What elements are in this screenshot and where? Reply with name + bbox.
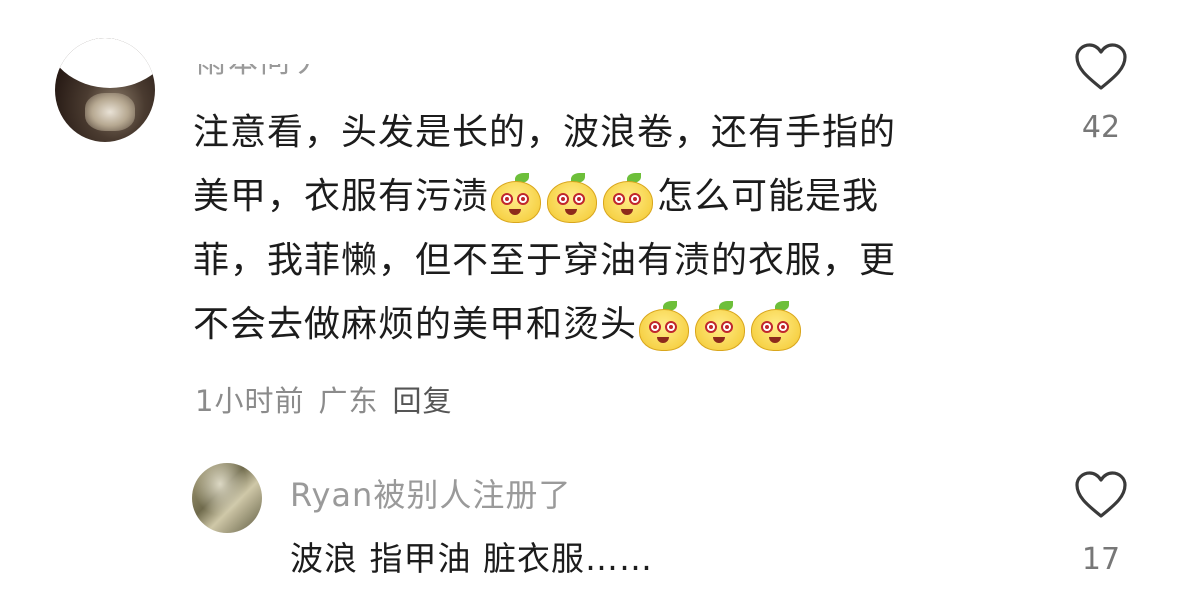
heart-icon <box>1075 471 1127 518</box>
comment-text: 不会去做麻烦的美甲和烫头 <box>193 304 638 345</box>
reply-avatar[interactable] <box>192 463 262 533</box>
pear-mascot-emoji-icon <box>693 301 746 351</box>
reply-like-count: 17 <box>1081 542 1121 577</box>
comment-text: 菲，我菲懒，但不至于穿油有渍的衣服，更 <box>193 240 897 281</box>
commenter-avatar[interactable] <box>55 38 155 142</box>
reply-text: 波浪 指甲油 脏衣服…… <box>290 539 653 578</box>
pear-mascot-emoji-icon <box>749 301 802 351</box>
comment-meta: 1小时前 广东 回复 <box>195 378 452 420</box>
reply-button[interactable]: 回复 <box>392 378 452 420</box>
pear-mascot-emoji-icon <box>601 173 654 223</box>
comment-time: 1小时前 <box>195 384 305 418</box>
pear-mascot-emoji-icon <box>489 173 542 223</box>
comment-line-3: 菲，我菲懒，但不至于穿油有渍的衣服，更 <box>193 229 1013 293</box>
comment-text: 美甲，衣服有污渍 <box>193 176 490 217</box>
avatar-image-highlight <box>85 93 135 131</box>
commenter-username[interactable]: 雨本问丿 <box>196 64 346 78</box>
comment-body: 注意看，头发是长的，波浪卷，还有手指的 美甲，衣服有污渍 怎么可能是我 菲，我菲… <box>193 101 1013 357</box>
heart-icon <box>1075 43 1127 90</box>
avatar-crop-mask <box>55 38 155 88</box>
pear-mascot-emoji-icon <box>545 173 598 223</box>
like-count: 42 <box>1081 110 1121 145</box>
comment-text: 怎么可能是我 <box>657 176 880 217</box>
comment-text: 注意看，头发是长的，波浪卷，还有手指的 <box>193 112 897 153</box>
pear-mascot-emoji-icon <box>637 301 690 351</box>
reply-like-button[interactable]: 17 <box>1071 470 1131 577</box>
reply-username[interactable]: Ryan被别人注册了 <box>290 470 571 516</box>
like-button[interactable]: 42 <box>1071 42 1131 145</box>
comment-line-4: 不会去做麻烦的美甲和烫头 <box>193 293 1013 357</box>
comment-line-1: 注意看，头发是长的，波浪卷，还有手指的 <box>193 101 1013 165</box>
comment-line-2: 美甲，衣服有污渍 怎么可能是我 <box>193 165 1013 229</box>
comment-location: 广东 <box>318 384 379 418</box>
